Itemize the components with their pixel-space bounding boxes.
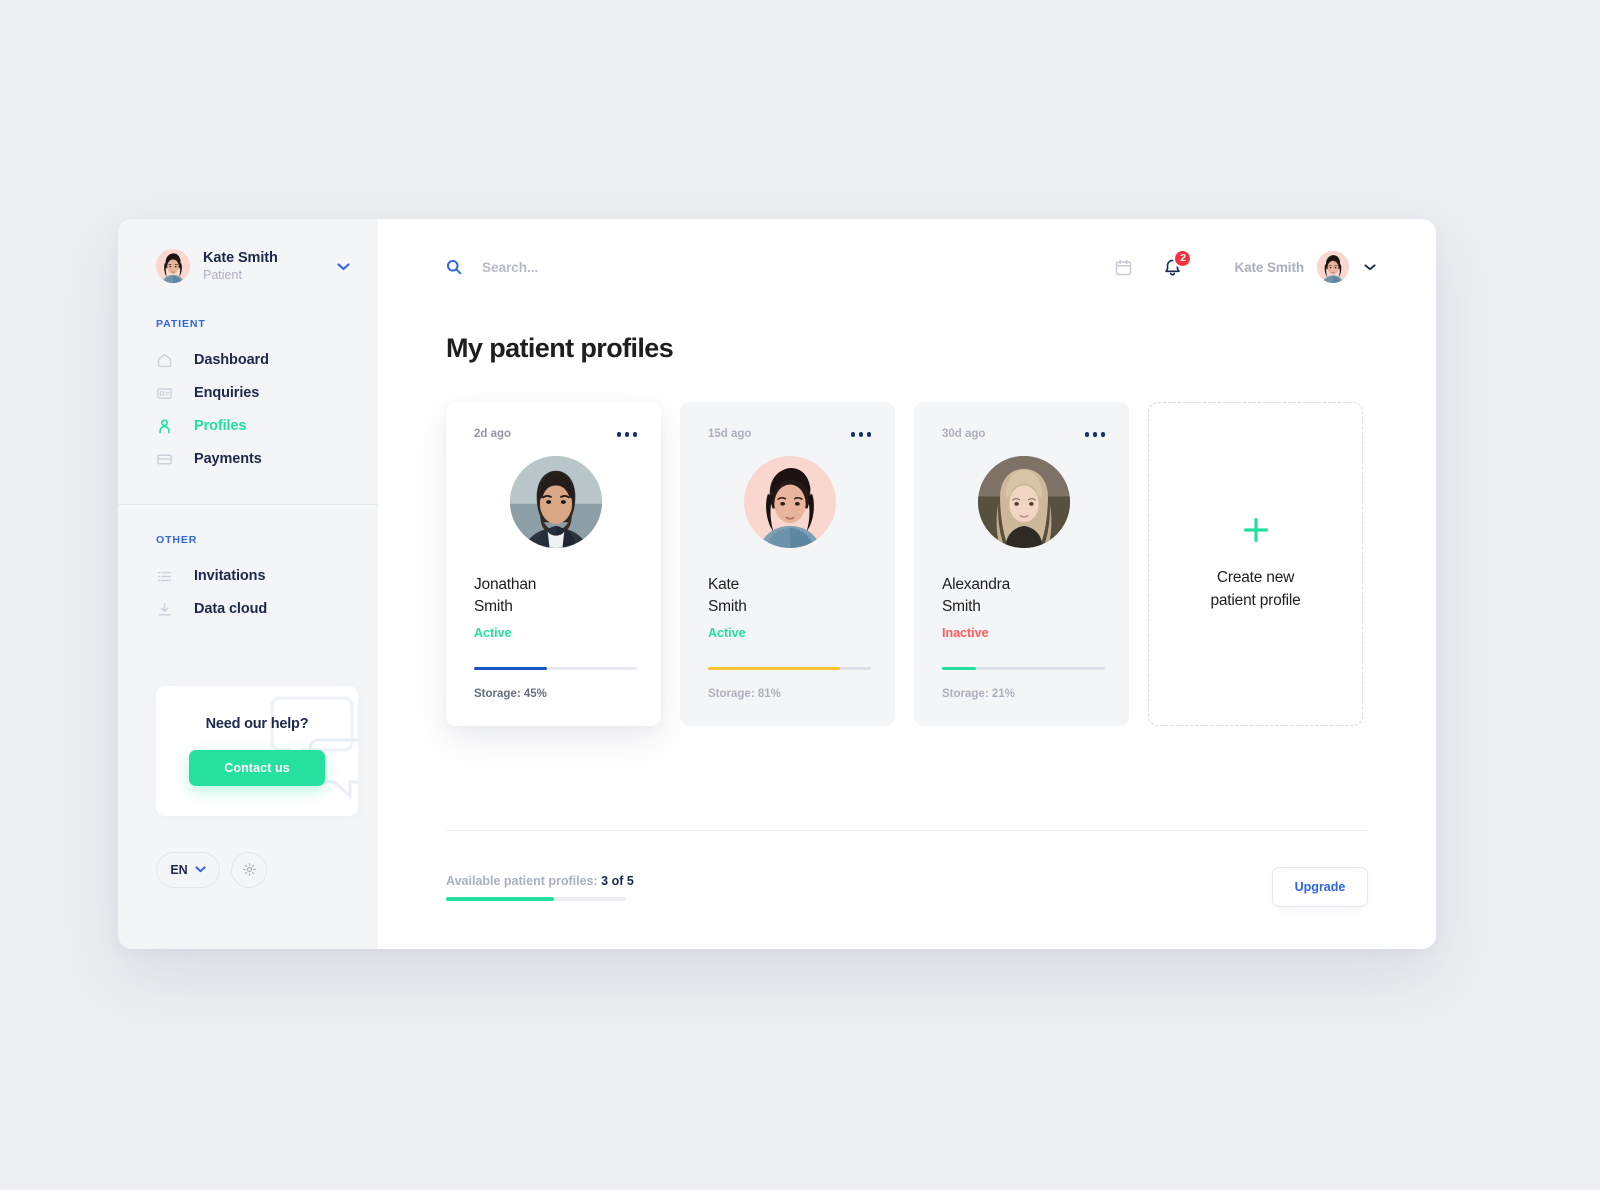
- calendar-button[interactable]: [1114, 258, 1133, 277]
- sidebar-item-label: Invitations: [194, 568, 266, 585]
- sidebar-item-enquiries[interactable]: Enquiries: [118, 377, 378, 410]
- profile-card[interactable]: 15d ago Kate Smith Active Storage: 81%: [680, 402, 895, 726]
- profile-name: Kate Smith: [708, 576, 747, 615]
- topbar-user-name: Kate Smith: [1234, 259, 1304, 275]
- more-horizontal-icon[interactable]: [850, 428, 871, 437]
- id-card-icon: [156, 385, 173, 402]
- more-horizontal-icon[interactable]: [1084, 428, 1105, 437]
- calendar-icon: [1114, 258, 1133, 277]
- sidebar-item-data-cloud[interactable]: Data cloud: [118, 593, 378, 626]
- sidebar-item-invitations[interactable]: Invitations: [118, 560, 378, 593]
- credit-card-icon: [156, 451, 173, 468]
- sidebar-nav-other: Invitations Data cloud: [118, 560, 378, 626]
- sidebar-item-label: Dashboard: [194, 352, 269, 369]
- sidebar-item-label: Data cloud: [194, 601, 268, 618]
- app-window: Kate Smith Patient PATIENT Dashboard Enq…: [118, 219, 1436, 949]
- avatar: [1317, 251, 1349, 283]
- storage-progress-bar: [474, 666, 637, 670]
- topbar-user-menu[interactable]: Kate Smith: [1234, 251, 1376, 283]
- plus-icon: [1242, 516, 1270, 544]
- profile-card[interactable]: 2d ago Jonathan Smith Active Storage: 45%: [446, 402, 661, 726]
- storage-label: Storage: 45%: [474, 688, 547, 700]
- search-container: [446, 259, 812, 275]
- topbar-actions: 2 Kate Smith: [1114, 248, 1376, 283]
- chevron-down-icon: [195, 864, 206, 876]
- profile-photo: [743, 456, 836, 548]
- home-icon: [156, 352, 173, 369]
- storage-progress-bar: [708, 666, 871, 670]
- search-input[interactable]: [482, 259, 812, 275]
- available-profiles-text: Available patient profiles: 3 of 5: [446, 874, 634, 888]
- topbar: 2 Kate Smith: [378, 219, 1436, 315]
- chevron-down-icon[interactable]: [337, 259, 356, 274]
- available-profiles-progress: [446, 896, 626, 901]
- sidebar-section-patient-label: PATIENT: [156, 317, 206, 330]
- sidebar-item-label: Enquiries: [194, 385, 260, 402]
- status-badge: Active: [474, 626, 512, 640]
- list-icon: [156, 568, 173, 585]
- gear-icon: [242, 862, 257, 877]
- notifications-button[interactable]: 2: [1163, 248, 1193, 277]
- download-icon: [156, 601, 173, 618]
- sidebar-item-dashboard[interactable]: Dashboard: [118, 344, 378, 377]
- profile-photo: [509, 456, 602, 548]
- card-age: 15d ago: [708, 428, 752, 440]
- footer: Available patient profiles: 3 of 5 Upgra…: [446, 867, 1368, 907]
- main-content: 2 Kate Smith My patient profiles 2d: [378, 219, 1436, 949]
- notification-badge: 2: [1173, 248, 1193, 268]
- person-icon: [156, 418, 173, 435]
- sidebar-item-payments[interactable]: Payments: [118, 443, 378, 476]
- avatar: [156, 249, 190, 284]
- settings-button[interactable]: [231, 851, 267, 888]
- page-title: My patient profiles: [446, 333, 674, 363]
- chevron-down-icon: [1364, 260, 1376, 274]
- create-new-profile-label: Create new patient profile: [1210, 568, 1301, 609]
- language-selector[interactable]: EN: [156, 851, 220, 888]
- profile-name: Alexandra Smith: [942, 576, 1010, 615]
- storage-progress-bar: [942, 666, 1105, 670]
- profile-name: Jonathan Smith: [474, 576, 537, 615]
- sidebar-item-label: Profiles: [194, 418, 247, 435]
- footer-divider: [446, 830, 1368, 831]
- sidebar-item-label: Payments: [194, 451, 262, 468]
- contact-us-button[interactable]: Contact us: [189, 749, 325, 786]
- sidebar-divider: [118, 503, 378, 505]
- sidebar-user-switcher[interactable]: Kate Smith Patient: [118, 219, 378, 284]
- language-value: EN: [170, 862, 188, 877]
- profile-cards-grid: 2d ago Jonathan Smith Active Storage: 45%…: [446, 402, 1436, 726]
- profile-card[interactable]: 30d ago Alexandra Smith Inactive Storage:…: [914, 402, 1129, 726]
- sidebar-user-name: Kate Smith: [203, 250, 278, 266]
- help-card-title: Need our help?: [205, 715, 309, 732]
- status-badge: Active: [708, 626, 746, 640]
- search-icon: [446, 259, 462, 275]
- available-profiles-label: Available patient profiles:: [446, 873, 598, 888]
- status-badge: Inactive: [942, 626, 989, 640]
- sidebar-user-role: Patient: [203, 268, 242, 283]
- available-profiles-value: 3 of 5: [601, 873, 634, 888]
- profile-photo: [977, 456, 1070, 548]
- create-new-profile-card[interactable]: Create new patient profile: [1148, 402, 1363, 726]
- sidebar-section-other-label: OTHER: [156, 533, 198, 546]
- card-age: 30d ago: [942, 428, 986, 440]
- sidebar-nav-patient: Dashboard Enquiries Profiles Payments: [118, 344, 378, 476]
- more-horizontal-icon[interactable]: [616, 428, 637, 437]
- sidebar: Kate Smith Patient PATIENT Dashboard Enq…: [118, 219, 378, 949]
- sidebar-bottom-controls: EN: [118, 851, 378, 888]
- storage-label: Storage: 81%: [708, 688, 781, 700]
- help-card: Need our help? Contact us: [156, 685, 358, 816]
- card-age: 2d ago: [474, 428, 512, 440]
- storage-label: Storage: 21%: [942, 688, 1015, 700]
- sidebar-item-profiles[interactable]: Profiles: [118, 410, 378, 443]
- upgrade-button[interactable]: Upgrade: [1272, 867, 1368, 907]
